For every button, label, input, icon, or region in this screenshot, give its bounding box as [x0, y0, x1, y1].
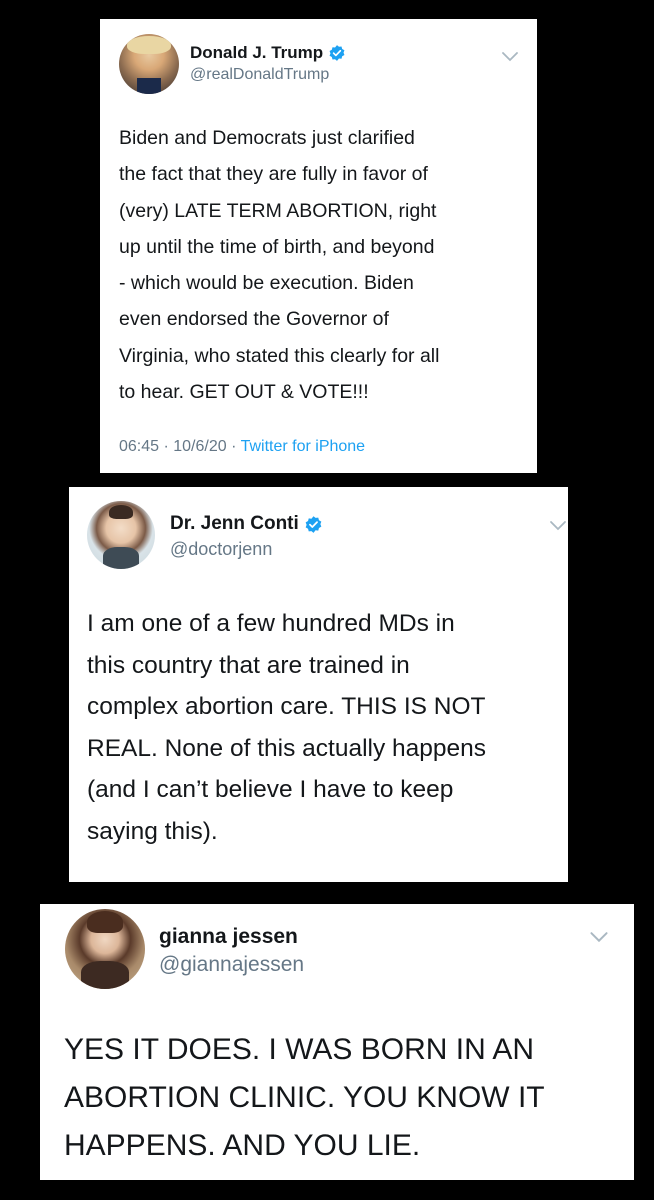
source-link[interactable]: Twitter for iPhone [241, 438, 366, 455]
avatar[interactable] [119, 34, 179, 94]
tweet-text: YES IT DOES. I WAS BORN IN AN ABORTION C… [64, 1033, 545, 1162]
avatar[interactable] [65, 909, 145, 989]
display-name[interactable]: Dr. Jenn Conti [170, 513, 299, 535]
display-name[interactable]: gianna jessen [159, 925, 298, 949]
user-handle[interactable]: @realDonaldTrump [190, 66, 329, 84]
display-name[interactable]: Donald J. Trump [190, 43, 323, 63]
tweet-card-jessen: gianna jessen @giannajessen YES IT DOES.… [40, 904, 634, 1180]
chevron-down-icon[interactable] [501, 51, 519, 63]
user-handle[interactable]: @giannajessen [159, 953, 304, 977]
user-handle[interactable]: @doctorjenn [170, 539, 272, 560]
avatar[interactable] [87, 501, 155, 569]
chevron-down-icon[interactable] [589, 931, 609, 944]
tweet-text: Biden and Democrats just clarified the f… [119, 127, 440, 404]
verified-badge-icon [329, 45, 345, 61]
verified-badge-icon [305, 515, 322, 533]
timestamp-text: 06:45 · 10/6/20 · [119, 438, 241, 455]
tweet-card-conti: Dr. Jenn Conti @doctorjenn I am one of a… [69, 487, 568, 882]
tweet-timestamp: 06:45 · 10/6/20 · Twitter for iPhone [119, 438, 365, 456]
chevron-down-icon[interactable] [549, 520, 567, 532]
tweet-card-trump: Donald J. Trump @realDonaldTrump Biden a… [100, 19, 537, 473]
tweet-text: I am one of a few hundred MDs in this co… [87, 610, 487, 845]
